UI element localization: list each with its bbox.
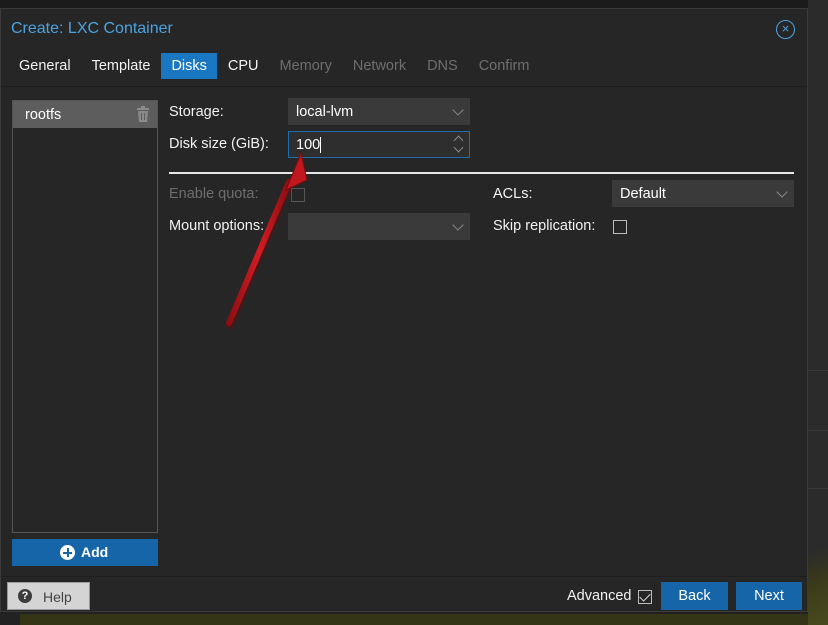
tab-general[interactable]: General xyxy=(9,53,81,79)
tab-template[interactable]: Template xyxy=(82,53,161,79)
mount-options-select[interactable] xyxy=(288,213,470,240)
tabs-divider xyxy=(1,86,807,87)
disk-list-item-label: rootfs xyxy=(25,107,62,123)
disk-size-label: Disk size (GiB): xyxy=(169,136,269,152)
enable-quota-checkbox xyxy=(291,188,305,202)
storage-label: Storage: xyxy=(169,104,224,120)
help-label: Help xyxy=(43,589,72,605)
chevron-down-icon[interactable] xyxy=(776,186,788,198)
tab-network: Network xyxy=(352,58,407,74)
advanced-separator xyxy=(169,172,794,174)
add-disk-label: Add xyxy=(81,544,109,560)
background-gridline xyxy=(808,430,828,431)
skip-replication-label: Skip replication: xyxy=(493,218,596,234)
dialog-title: Create: LXC Container xyxy=(11,20,173,37)
storage-select[interactable]: local-lvm xyxy=(288,98,470,125)
help-button[interactable]: ? Help xyxy=(7,582,90,610)
background-gridline xyxy=(808,488,828,489)
disk-list-item-rootfs[interactable]: rootfs xyxy=(13,101,157,128)
tab-confirm: Confirm xyxy=(478,58,530,74)
background-graph xyxy=(20,614,808,625)
wizard-tabs: General Template Disks CPU Memory Networ… xyxy=(9,53,540,81)
background-panel xyxy=(808,0,828,625)
chevron-down-icon[interactable] xyxy=(452,104,464,116)
advanced-label: Advanced xyxy=(567,588,632,604)
background-strip xyxy=(0,612,808,625)
create-lxc-dialog: Create: LXC Container × General Template… xyxy=(0,8,808,612)
add-disk-button[interactable]: Add xyxy=(12,539,158,566)
trash-icon[interactable] xyxy=(136,106,150,122)
disk-size-input[interactable]: 100 xyxy=(288,131,470,158)
skip-replication-checkbox[interactable] xyxy=(613,220,627,234)
tab-dns: DNS xyxy=(427,58,458,74)
chevron-down-icon[interactable] xyxy=(452,219,464,231)
close-icon[interactable]: × xyxy=(776,20,795,39)
footer-divider xyxy=(1,576,807,577)
advanced-checkbox[interactable] xyxy=(638,590,652,604)
enable-quota-label: Enable quota: xyxy=(169,186,259,202)
tab-cpu[interactable]: CPU xyxy=(218,53,269,79)
background-gridline xyxy=(808,370,828,371)
mount-options-label: Mount options: xyxy=(169,218,265,234)
plus-circle-icon xyxy=(60,545,75,560)
tab-memory: Memory xyxy=(279,58,332,74)
disk-size-value: 100 xyxy=(296,137,321,153)
back-button[interactable]: Back xyxy=(661,582,728,610)
spinner-down-icon[interactable] xyxy=(453,142,464,153)
tab-disks[interactable]: Disks xyxy=(161,53,217,79)
next-button[interactable]: Next xyxy=(736,582,802,610)
disk-list: rootfs xyxy=(12,100,158,533)
background-graph xyxy=(808,520,828,625)
storage-value: local-lvm xyxy=(296,104,354,120)
acls-select[interactable]: Default xyxy=(612,180,794,207)
acls-value: Default xyxy=(620,186,666,202)
acls-label: ACLs: xyxy=(493,186,533,202)
question-circle-icon: ? xyxy=(18,589,32,603)
dialog-titlebar[interactable]: Create: LXC Container × xyxy=(1,9,807,49)
text-cursor xyxy=(320,137,321,153)
